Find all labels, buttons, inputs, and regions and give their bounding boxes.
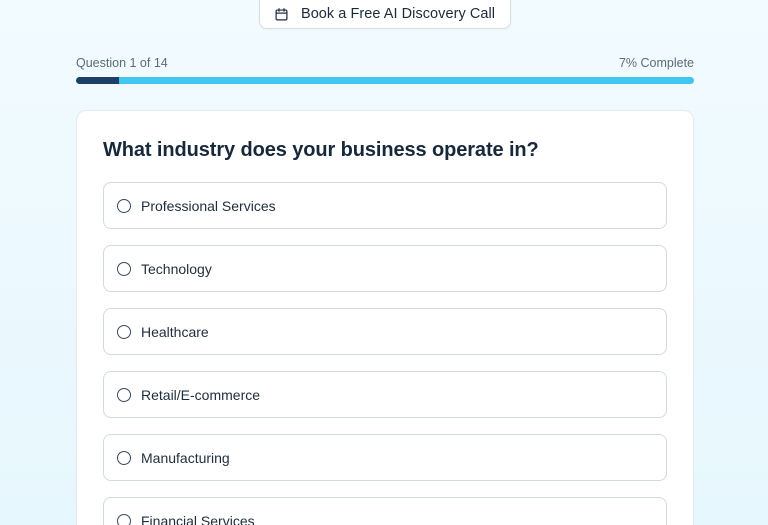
calendar-icon: [275, 7, 289, 21]
progress-bar-fill: [76, 77, 120, 84]
option-professional-services[interactable]: Professional Services: [103, 182, 667, 229]
answer-options: Professional Services Technology Healthc…: [103, 182, 667, 525]
option-label: Technology: [141, 260, 212, 277]
radio-icon[interactable]: [117, 450, 131, 465]
radio-icon[interactable]: [117, 513, 131, 525]
option-healthcare[interactable]: Healthcare: [103, 308, 667, 355]
progress-header: Question 1 of 14 7% Complete: [76, 56, 694, 70]
option-financial-services[interactable]: Financial Services: [103, 497, 667, 525]
progress-bar: [76, 77, 694, 84]
question-card: What industry does your business operate…: [76, 110, 694, 525]
radio-icon[interactable]: [117, 324, 131, 339]
option-label: Healthcare: [141, 323, 209, 340]
option-manufacturing[interactable]: Manufacturing: [103, 434, 667, 481]
option-label: Retail/E-commerce: [141, 386, 261, 403]
option-retail-ecommerce[interactable]: Retail/E-commerce: [103, 371, 667, 418]
question-counter: Question 1 of 14: [76, 56, 168, 70]
radio-icon[interactable]: [117, 387, 131, 402]
question-title: What industry does your business operate…: [103, 139, 539, 161]
option-label: Financial Services: [141, 512, 255, 525]
radio-icon[interactable]: [117, 261, 131, 276]
book-discovery-call-button[interactable]: Book a Free AI Discovery Call: [259, 0, 511, 29]
option-label: Manufacturing: [141, 449, 230, 466]
option-label: Professional Services: [141, 197, 276, 214]
radio-icon[interactable]: [117, 198, 131, 213]
percent-complete: 7% Complete: [618, 56, 694, 70]
option-technology[interactable]: Technology: [103, 245, 667, 292]
book-discovery-call-label: Book a Free AI Discovery Call: [300, 6, 496, 22]
